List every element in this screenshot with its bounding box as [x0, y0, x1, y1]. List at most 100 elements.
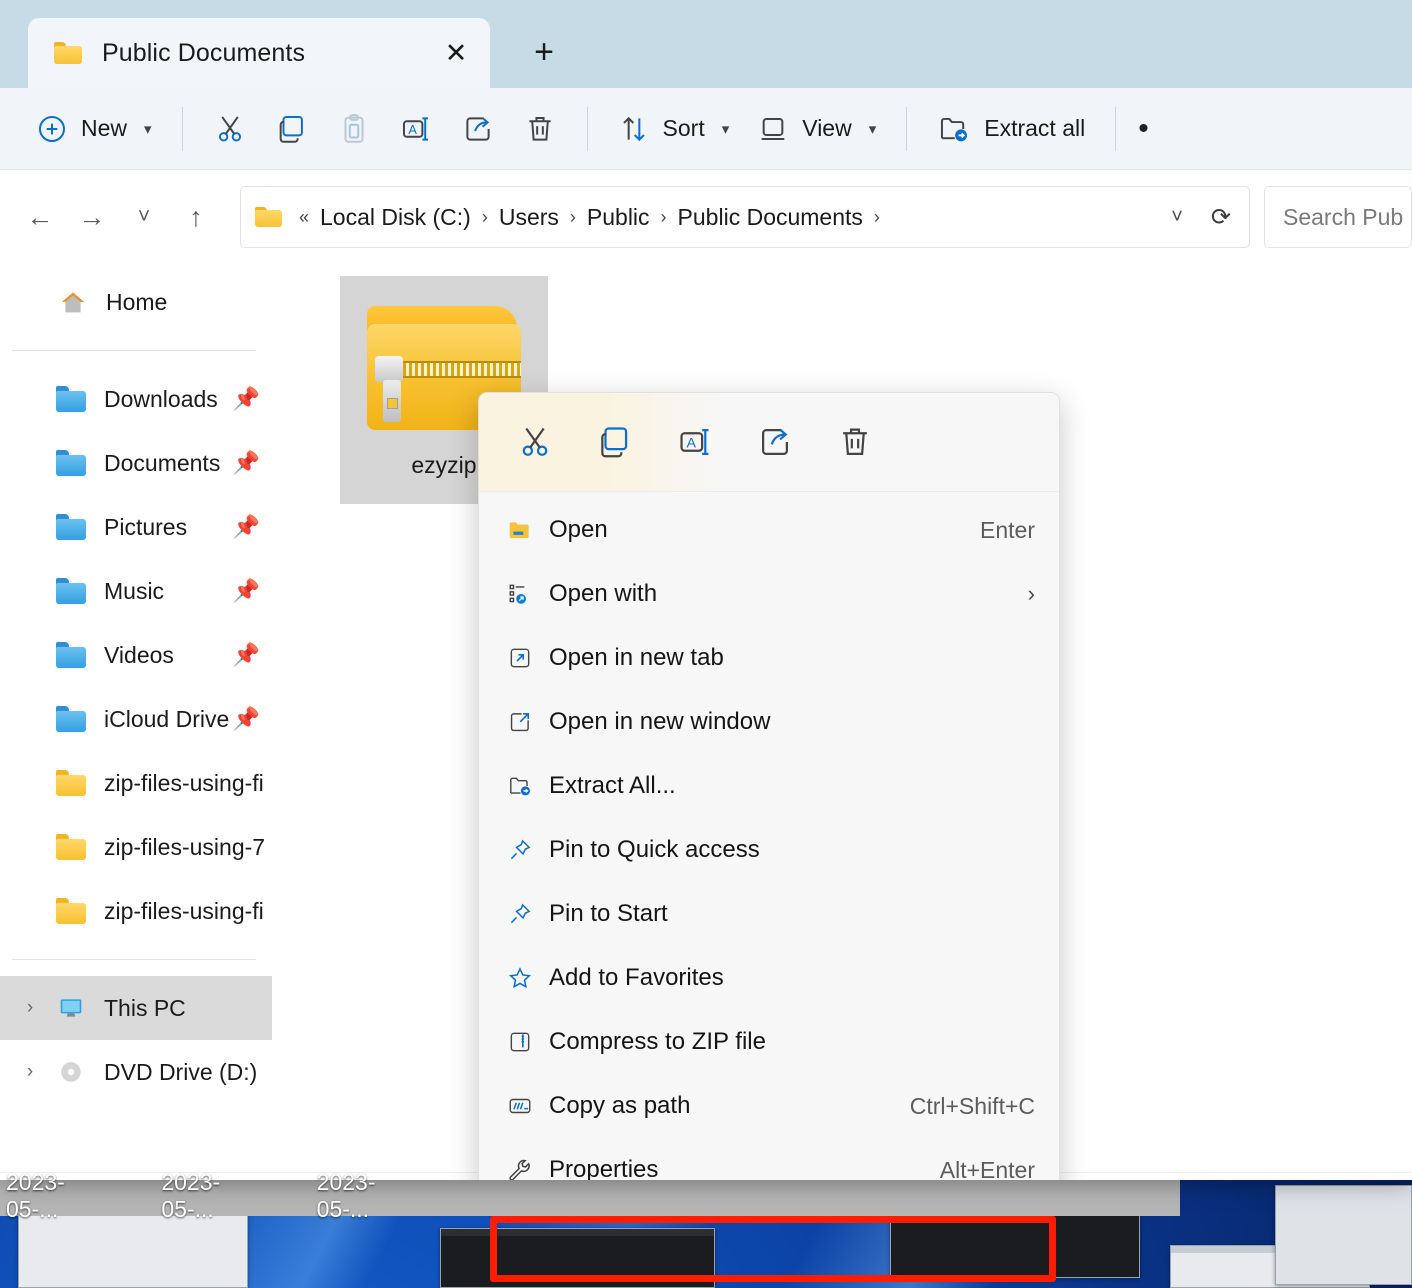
sidebar-item-zip-files-2[interactable]: zip-files-using-7 [0, 815, 272, 879]
menu-item-pin-to-quick-access[interactable]: Pin to Quick access [485, 818, 1053, 882]
star-icon [505, 965, 549, 991]
clipboard-icon [337, 112, 371, 146]
sidebar-item-zip-files-3[interactable]: zip-files-using-fi [0, 879, 272, 943]
menu-item-label: Add to Favorites [549, 964, 1035, 992]
context-menu[interactable]: A [478, 392, 1060, 1180]
view-icon [757, 113, 789, 145]
rename-button[interactable]: A [655, 411, 735, 473]
folder-picture-icon [56, 514, 86, 540]
menu-item-accelerator: Enter [958, 517, 1035, 544]
tab-title: Public Documents [102, 39, 434, 68]
share-button[interactable] [735, 411, 815, 473]
sidebar-item-pictures[interactable]: Pictures 📌 [0, 495, 272, 559]
sidebar-item-zip-files-1[interactable]: zip-files-using-fi [0, 751, 272, 815]
breadcrumb-item[interactable]: Users [492, 200, 566, 235]
menu-item-copy-as-path[interactable]: Copy as path Ctrl+Shift+C [485, 1074, 1053, 1138]
breadcrumb-overflow[interactable]: « [297, 207, 311, 228]
menu-item-open-in-new-window[interactable]: Open in new window [485, 690, 1053, 754]
copy-path-icon [505, 1093, 549, 1119]
paste-button[interactable] [323, 101, 385, 157]
copy-button[interactable] [261, 101, 323, 157]
sidebar-item-documents[interactable]: Documents 📌 [0, 431, 272, 495]
sidebar-item-downloads[interactable]: Downloads 📌 [0, 367, 272, 431]
delete-button[interactable] [815, 411, 895, 473]
chevron-right-icon[interactable]: › [18, 1061, 42, 1083]
pin-icon[interactable]: 📌 [233, 514, 260, 540]
cut-button[interactable] [199, 101, 261, 157]
menu-item-open-in-new-tab[interactable]: Open in new tab [485, 626, 1053, 690]
breadcrumb-separator: › [872, 207, 882, 228]
new-button[interactable]: New ▾ [22, 101, 166, 157]
pin-icon [505, 837, 549, 863]
sidebar-item-videos[interactable]: Videos 📌 [0, 623, 272, 687]
search-input[interactable]: Search Pub [1264, 186, 1412, 248]
share-button[interactable] [447, 101, 509, 157]
breadcrumb-item[interactable]: Public [580, 200, 657, 235]
sidebar-item-music[interactable]: Music 📌 [0, 559, 272, 623]
tab-public-documents[interactable]: Public Documents ✕ [28, 18, 490, 88]
pin-icon[interactable]: 📌 [233, 386, 260, 412]
close-icon[interactable]: ✕ [434, 31, 478, 75]
arrow-right-icon[interactable]: → [66, 191, 118, 243]
context-menu-toolbar: A [479, 393, 1059, 492]
view-button[interactable]: View ▾ [743, 101, 890, 157]
address-bar[interactable]: « Local Disk (C:) › Users › Public › Pub… [240, 186, 1250, 248]
sidebar-item-icloud-drive[interactable]: iCloud Drive 📌 [0, 687, 272, 751]
sidebar-item-home[interactable]: Home [0, 270, 272, 334]
title-bar: Public Documents ✕ + [0, 0, 1412, 88]
rename-button[interactable]: A [385, 101, 447, 157]
menu-item-open[interactable]: Open Enter [485, 498, 1053, 562]
menu-item-extract-all[interactable]: Extract All... [485, 754, 1053, 818]
sort-button[interactable]: Sort ▾ [604, 101, 744, 157]
chevron-right-icon[interactable]: › [18, 997, 42, 1019]
pin-icon[interactable]: 📌 [233, 706, 260, 732]
new-label: New [81, 115, 127, 142]
menu-item-label: Compress to ZIP file [549, 1028, 1035, 1056]
menu-item-pin-to-start[interactable]: Pin to Start [485, 882, 1053, 946]
breadcrumb-separator: › [480, 207, 490, 228]
svg-text:A: A [408, 121, 417, 136]
breadcrumb-item[interactable]: Public Documents [671, 200, 870, 235]
desktop-thumbnail [890, 1208, 1140, 1278]
overflow-menu-button[interactable]: • [1132, 101, 1155, 157]
refresh-icon[interactable]: ⟳ [1201, 203, 1241, 232]
menu-item-label: Open [549, 516, 958, 544]
svg-text:A: A [686, 435, 696, 451]
delete-button[interactable] [509, 101, 571, 157]
divider [906, 107, 907, 151]
menu-item-label: Pin to Quick access [549, 836, 1035, 864]
copy-button[interactable] [575, 411, 655, 473]
extract-all-button[interactable]: Extract all [923, 101, 1099, 157]
divider [1115, 107, 1116, 151]
pin-icon[interactable]: 📌 [233, 642, 260, 668]
desktop-label: 2023-05-... [6, 1169, 109, 1223]
sidebar-item-label: This PC [104, 995, 186, 1022]
file-explorer-window: Public Documents ✕ + New ▾ [0, 0, 1412, 1180]
arrow-up-icon[interactable]: ↑ [170, 191, 222, 243]
pin-icon[interactable]: 📌 [233, 450, 260, 476]
folder-cloud-icon [56, 706, 86, 732]
plus-icon[interactable]: + [516, 24, 572, 80]
divider [587, 107, 588, 151]
sidebar-item-label: Documents [104, 450, 220, 477]
menu-item-compress-to-zip[interactable]: Compress to ZIP file [485, 1010, 1053, 1074]
sidebar-item-label: zip-files-using-fi [104, 770, 264, 797]
sidebar-item-this-pc[interactable]: › This PC [0, 976, 272, 1040]
menu-item-add-to-favorites[interactable]: Add to Favorites [485, 946, 1053, 1010]
menu-item-accelerator: Ctrl+Shift+C [888, 1093, 1035, 1120]
chevron-down-icon[interactable]: ˅ [1155, 206, 1199, 229]
breadcrumb-item[interactable]: Local Disk (C:) [313, 200, 478, 235]
chevron-down-icon[interactable]: ˅ [118, 191, 170, 243]
sidebar-item-label: Downloads [104, 386, 218, 413]
sidebar-item-dvd-drive[interactable]: › DVD Drive (D:) [0, 1040, 272, 1104]
arrow-left-icon[interactable]: ← [14, 191, 66, 243]
menu-item-label: Properties [549, 1156, 918, 1180]
plus-circle-icon [36, 113, 68, 145]
folder-icon [56, 834, 86, 860]
disc-icon [56, 1059, 86, 1085]
pin-icon[interactable]: 📌 [233, 578, 260, 604]
menu-item-properties[interactable]: Properties Alt+Enter [485, 1138, 1053, 1180]
cut-button[interactable] [495, 411, 575, 473]
sidebar-item-label: Videos [104, 642, 174, 669]
menu-item-open-with[interactable]: Open with › [485, 562, 1053, 626]
